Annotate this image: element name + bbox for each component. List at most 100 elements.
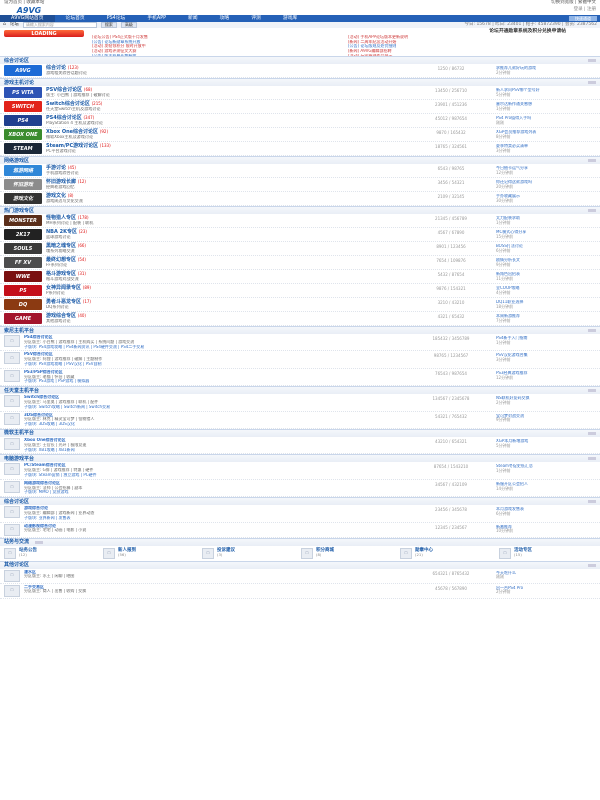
collapse-icon[interactable] [588, 81, 596, 84]
forum-sub-line[interactable]: 分区版主: 宅宅 | 动画 | 电影 | 小说 [24, 528, 406, 533]
forum-row[interactable]: ☐ 动漫影视综合讨论 分区版主: 宅宅 | 动画 | 电影 | 小说 12345 / … [0, 523, 600, 538]
forum-banner[interactable]: SWITCH [4, 101, 42, 112]
forum-icon[interactable]: ☐ [4, 480, 20, 493]
collapse-icon[interactable] [588, 389, 596, 393]
grid-forum[interactable]: ☐ 勋章中心 (21) [400, 547, 497, 559]
forum-row[interactable]: ☐ 网络游戏综合讨论区 分区版主: 法师 | 公会招募 | 副本 子版块: MMO |… [0, 480, 600, 498]
forum-row[interactable]: XBOX ONE Xbox One综合讨论区 (92) 微软Xbox主机及游戏讨论 9… [0, 128, 600, 142]
grid-forum[interactable]: ☐ 站务公告 (12) [4, 547, 101, 559]
nav-item-1[interactable]: 论坛首页 [55, 16, 96, 22]
forum-banner[interactable]: PS4 [4, 115, 42, 126]
breadcrumb[interactable]: 论坛 [10, 22, 19, 27]
forum-row[interactable]: MONSTER 怪物猎人专区 (178) MH系列讨论 | 配装 | 联机 21345… [0, 214, 600, 228]
forum-banner[interactable]: A9VG [4, 65, 42, 76]
forum-row[interactable]: P5 女神异闻录专区 (89) P系列讨论 9876 / 154321 全COOP攻略 4… [0, 284, 600, 298]
nav-item-0[interactable]: A9VG网站首页 [0, 15, 55, 22]
forum-banner[interactable]: 悠游网络 [4, 165, 42, 176]
forum-icon[interactable]: ☐ [4, 437, 20, 450]
section-header[interactable]: 网络游戏区 [0, 156, 600, 164]
forum-row[interactable]: 怀旧游戏 怀旧游戏长廊 (12) 经典老游戏回忆 3456 / 54321 你还记得这款… [0, 178, 600, 192]
nav-item-6[interactable]: 评测 [240, 16, 272, 22]
nav-item-5[interactable]: 攻略 [209, 16, 241, 22]
login-links[interactable]: 登录 | 注册 [574, 7, 596, 12]
forum-row[interactable]: ☐ PSV综合讨论区 分区版主: 阿狸 | 游戏推荐 | 破解 | 主题制作 子版块:… [0, 351, 600, 369]
forum-sub-line[interactable]: 子版块: Switch攻略 | Switch新闻 | Switch交易 [24, 405, 406, 410]
forum-row[interactable]: ☐ Switch综合讨论区 分区版主: 马里奥 | 游戏推荐 | 联机 | 配件 子版… [0, 394, 600, 412]
forum-banner[interactable]: 游戏文化 [4, 193, 42, 204]
forum-row[interactable]: SOULS 黑暗之魂专区 (66) 魂系列攻略交流 8901 / 123456 BOSS… [0, 242, 600, 256]
advanced-search-button[interactable]: 高级 [120, 21, 137, 29]
forum-row[interactable]: ☐ 3DS综合讨论区 分区版主: 林克 | 精灵宝可梦 | 怪物猎人 子版块: 3DS… [0, 412, 600, 429]
forum-sub-line[interactable]: 子版块: PSV游戏攻略 | PSV汉化 | PSV自制 [24, 362, 406, 367]
forum-banner[interactable]: P5 [4, 285, 42, 296]
forum-row[interactable]: ☐ PS4综合讨论区 分区版主: 小白熊 | 游戏推荐 | 主机购买 | 系统问题 … [0, 334, 600, 352]
search-input[interactable]: 请输入搜索内容 [22, 22, 97, 28]
section-header[interactable]: 其他讨论区 [0, 560, 600, 569]
section-header[interactable]: 综合讨论区 [0, 56, 600, 64]
forum-banner[interactable]: PS VITA [4, 87, 42, 98]
section-header[interactable]: 游戏主机讨论 [0, 78, 600, 86]
forum-sub-line[interactable]: 子版块: XB1攻略 | XB1新闻 [24, 448, 406, 453]
top-right-links[interactable]: 切换到宽版 | 繁體中文 [551, 0, 596, 5]
search-button[interactable]: 搜索 [100, 21, 117, 29]
quick-nav-button[interactable]: 快速通道 [569, 16, 597, 21]
forum-banner[interactable]: GAME [4, 313, 42, 324]
collapse-icon[interactable] [588, 329, 596, 332]
grid-forum[interactable]: ☐ 积分商城 (8) [301, 547, 398, 559]
nav-item-2[interactable]: PS4论坛 [96, 16, 137, 22]
collapse-icon[interactable] [588, 431, 596, 435]
forum-row[interactable]: FF XV 最终幻想专区 (54) FF系列讨论 7654 / 109876 剧情分析长… [0, 256, 600, 270]
grid-forum[interactable]: ☐ 活动专区 (15) [499, 547, 596, 559]
forum-row[interactable]: ☐ 灌水区 分区版主: 水王 | 闲聊 | 晒图 654321 / 8765432 今天… [0, 569, 600, 584]
forum-banner[interactable]: 2K17 [4, 229, 42, 240]
grid-forum[interactable]: ☐ 投诉建议 (3) [202, 547, 299, 559]
forum-row[interactable]: ☐ Xbox One综合讨论区 分区版主: 士官长 | 光环 | 极限竞速 子版块: … [0, 437, 600, 455]
loading-banner[interactable]: LOADING [4, 30, 84, 37]
section-header[interactable]: 任天堂主机平台 [0, 386, 600, 395]
forum-sub-line[interactable]: 分区版主: 商人 | 出售 | 收购 | 交换 [24, 589, 406, 594]
forum-sub-line[interactable]: 子版块: MMO | 竞技游戏 [24, 490, 406, 495]
forum-row[interactable]: ☐ PS3/PSP综合讨论区 分区版主: 老猫 | 怀旧 | 收藏 子版块: PS3游… [0, 369, 600, 387]
forum-row[interactable]: ☐ PC/Steam综合讨论区 分区版主: G胖 | 游戏推荐 | 特惠 | 硬件子… [0, 462, 600, 480]
forum-banner[interactable]: FF XV [4, 257, 42, 268]
section-header[interactable]: 索尼主机平台 [0, 326, 600, 334]
forum-banner[interactable]: 怀旧游戏 [4, 179, 42, 190]
forum-row[interactable]: 悠游网络 手游讨论 (45) 手机游戏综合讨论 6543 / 98765 今日抽卡运气分… [0, 164, 600, 178]
home-icon[interactable]: ⌂ [3, 22, 6, 27]
forum-icon[interactable]: ☐ [4, 506, 20, 519]
forum-banner[interactable]: XBOX ONE [4, 129, 42, 140]
forum-row[interactable]: SWITCH Switch综合讨论区 (215) 任天堂Switch主机及游戏讨论 2… [0, 100, 600, 114]
forum-row[interactable]: PS4 PS4综合讨论区 (347) PlayStation 4 主机及游戏讨论 45… [0, 114, 600, 128]
forum-icon[interactable]: ☐ [4, 584, 20, 597]
collapse-icon[interactable] [588, 500, 596, 504]
forum-sub-line[interactable]: 子版块: 业界新闻 | 发售表 [24, 516, 406, 521]
forum-sub-line[interactable]: 子版块: PS4游戏攻略 | PS4新闻资讯 | PS4硬件交流 | PS4二手… [24, 345, 406, 350]
forum-banner[interactable]: DQ [4, 299, 42, 310]
forum-icon[interactable]: ☐ [4, 463, 20, 476]
forum-row[interactable]: ☐ 游戏综合讨论 分区版主: 编辑部 | 游戏新闻 | 业界动态 子版块: 业界新闻 … [0, 505, 600, 523]
forum-icon[interactable]: ☐ [4, 523, 20, 536]
forum-row[interactable]: ☐ 二手交易区 分区版主: 商人 | 出售 | 收购 | 交换 45678 / 567… [0, 584, 600, 599]
section-header[interactable]: 电脑游戏平台 [0, 454, 600, 463]
collapse-icon[interactable] [588, 159, 596, 162]
forum-row[interactable]: 2K17 NBA 2K专区 (23) 篮球游戏讨论 4567 / 67890 MC模式心… [0, 228, 600, 242]
collapse-icon[interactable] [35, 540, 44, 544]
forum-banner[interactable]: STEAM [4, 143, 42, 154]
collapse-icon[interactable] [588, 563, 596, 567]
forum-icon[interactable]: ☐ [4, 395, 20, 408]
nav-item-7[interactable]: 游戏库 [272, 16, 308, 22]
forum-row[interactable]: WWE 格斗游戏专区 (31) 格斗游戏对战交流 5432 / 87654 新角色出招表… [0, 270, 600, 284]
collapse-icon[interactable] [588, 59, 596, 62]
nav-item-3[interactable]: 手机APP [136, 16, 177, 22]
nav-item-4[interactable]: 新闻 [177, 16, 209, 22]
forum-icon[interactable]: ☐ [4, 569, 20, 582]
section-header[interactable]: 站务与交流 [0, 537, 600, 546]
forum-banner[interactable]: WWE [4, 271, 42, 282]
forum-sub-line[interactable]: 分区版主: 水王 | 闲聊 | 晒图 [24, 574, 406, 579]
forum-icon[interactable]: ☐ [4, 352, 20, 365]
forum-row[interactable]: 游戏文化 游戏文化 (8) 游戏周边与文化交流 2109 / 32145 手办收藏展示 3… [0, 192, 600, 206]
forum-icon[interactable]: ☐ [4, 369, 20, 382]
grid-forum[interactable]: ☐ 新人报到 (56) [103, 547, 200, 559]
forum-row[interactable]: GAME 游戏综合专区 (40) 其他游戏讨论 4321 / 65432 本周新游推荐 7… [0, 312, 600, 326]
forum-row[interactable]: A9VG 综合讨论 (123) 游戏相关综合话题讨论 1250 / 86732 求推荐几… [0, 64, 600, 78]
